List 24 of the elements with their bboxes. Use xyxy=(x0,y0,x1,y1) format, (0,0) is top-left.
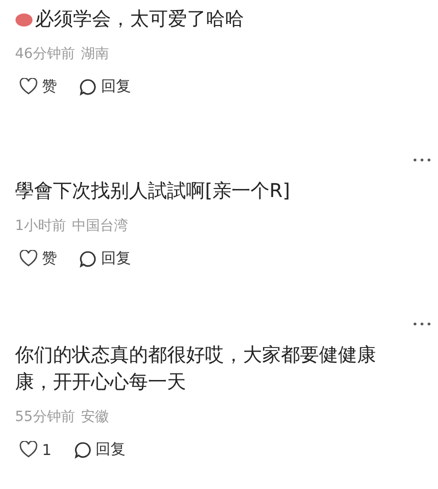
heart-icon xyxy=(19,78,38,95)
comment-time: 46分钟前 xyxy=(15,45,75,63)
reply-button[interactable]: 回复 xyxy=(70,440,126,459)
like-button[interactable]: 1 xyxy=(15,440,52,459)
more-icon[interactable] xyxy=(413,322,431,326)
heart-icon xyxy=(19,250,38,267)
comment-location: 中国台湾 xyxy=(72,217,128,235)
comment-icon xyxy=(79,78,97,96)
comment-icon xyxy=(74,440,92,458)
like-button[interactable]: 赞 xyxy=(15,249,57,268)
comment-text: 學會下次找别人試試啊[亲一个R] xyxy=(15,179,290,204)
like-button[interactable]: 赞 xyxy=(15,77,57,96)
emoji-icon xyxy=(15,12,33,26)
comment-text: 你们的状态真的都很好哎，大家都要健健康康，开开心心每一天 xyxy=(15,343,377,395)
comment-location: 湖南 xyxy=(80,45,109,63)
comment-location: 安徽 xyxy=(80,408,109,426)
comment-time: 55分钟前 xyxy=(15,408,75,426)
comment-time: 1小时前 xyxy=(15,217,66,235)
reply-button[interactable]: 回复 xyxy=(75,77,131,96)
heart-icon xyxy=(19,441,38,458)
more-icon[interactable] xyxy=(413,158,431,162)
reply-button[interactable]: 回复 xyxy=(75,249,131,268)
comment-icon xyxy=(79,250,97,268)
comment-text: 必须学会，太可爱了哈哈 xyxy=(35,7,244,32)
